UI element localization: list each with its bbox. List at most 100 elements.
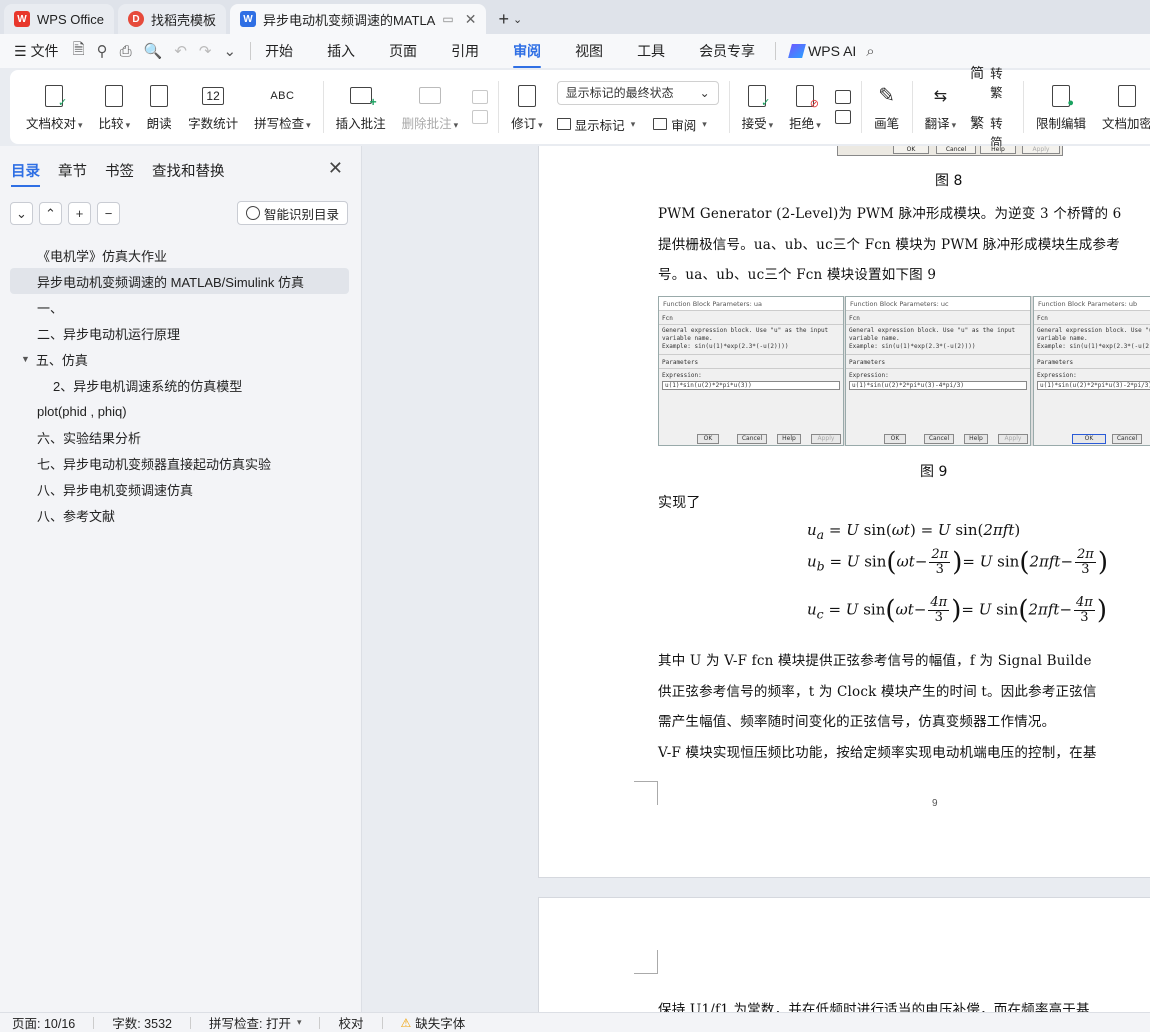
print-icon[interactable]: ⎙ [120,43,132,60]
dialog-help-button: Help [964,434,988,444]
toc-item[interactable]: 七、异步电动机变频器直接起动仿真实验 [10,450,349,476]
to-traditional-button[interactable]: 简转繁 [970,63,1013,101]
close-tab-icon[interactable]: ✕ [465,11,477,28]
dialog-cancel-button: Cancel [1112,434,1142,444]
insert-comment-button[interactable]: + 插入批注 [328,74,394,140]
toc-item[interactable]: 八、参考文献 [10,502,349,528]
divider [1034,324,1150,325]
file-label: 文件 [30,43,59,59]
review-pane-button[interactable]: 审阅 ▾ [653,115,707,134]
toc-item[interactable]: 2、异步电机调速系统的仿真模型 [10,372,349,398]
document-page-next[interactable]: 保持 U1/f1 为常数，并在低频时进行适当的电压补偿，而在频率高于基 [538,897,1150,1012]
next-revision-icon[interactable] [834,110,851,124]
dialog-params: Parameters [849,359,886,366]
fig8-apply-button: Apply [1022,146,1060,154]
previous-revision-icon[interactable] [834,90,851,104]
smart-toc-button[interactable]: 智能识别目录 [236,201,348,225]
toc-item-active[interactable]: 异步电动机变频调速的 MATLAB/Simulink 仿真 [10,268,349,294]
save-icon[interactable]: 🗎 [73,39,85,64]
toc-item[interactable]: ▼ 五、仿真 [10,346,349,372]
tab-find-replace[interactable]: 查找和替换 [152,160,225,187]
wps-ai-button[interactable]: WPS AI [788,43,856,59]
share-icon[interactable]: ⚲ [97,42,108,60]
translate-icon: ⇆ [933,87,948,105]
compare-button[interactable]: 比较 ▾ [91,74,139,140]
tab-docer-templates[interactable]: D 找稻壳模板 [117,4,226,34]
tab-chapters[interactable]: 章节 [58,160,87,187]
tab-bookmarks[interactable]: 书签 [105,160,134,187]
revise-icon [517,84,536,107]
show-markup-icon [556,118,571,130]
chevron-down-icon[interactable]: ⌄ [513,13,522,26]
tab-current-document[interactable]: W 异步电动机变频调速的MATLA ▭ ✕ [229,4,487,34]
previous-comment-icon[interactable] [472,90,489,104]
document-page[interactable]: OK Cancel Help Apply 图 8 PWM Generator (… [538,146,1150,878]
menu-page[interactable]: 页面 [389,41,417,61]
tab-wps-office[interactable]: W WPS Office [4,4,114,34]
menu-view[interactable]: 视图 [575,41,603,61]
divider [1023,81,1024,133]
toc-item-label: 六、实验结果分析 [37,430,142,446]
revise-button[interactable]: 修订 ▾ [503,74,551,140]
toc-item[interactable]: 六、实验结果分析 [10,424,349,450]
toc-item[interactable]: 一、 [10,294,349,320]
remove-heading-icon[interactable]: − [97,202,120,225]
file-menu-button[interactable]: ☰ 文件 [14,41,59,61]
more-chevron-icon[interactable]: ⌄ [223,42,236,60]
missing-font-button[interactable]: ⚠ 缺失字体 [401,1013,466,1032]
tab-toc[interactable]: 目录 [11,160,40,187]
translate-button[interactable]: ⇆ 翻译 ▾ [917,74,965,140]
monitor-icon[interactable]: ▭ [442,12,453,26]
show-markup-button[interactable]: 显示标记 ▾ [556,115,635,134]
dialog-desc: variable name. [1037,335,1088,342]
page-indicator[interactable]: 页面: 10/16 [12,1013,75,1032]
doc-encrypt-icon [1117,84,1136,107]
add-heading-icon[interactable]: + [68,202,91,225]
accept-button[interactable]: ✓ 接受 ▾ [734,74,782,140]
pen-button[interactable]: ✎ 画笔 [866,74,908,140]
comment-nav-group [466,74,494,140]
document-canvas[interactable]: OK Cancel Help Apply 图 8 PWM Generator (… [363,146,1150,1012]
divider [728,81,730,133]
new-tab-button[interactable]: + ⌄ [490,4,530,34]
menu-references[interactable]: 引用 [451,41,479,61]
missing-font-label: 缺失字体 [415,1017,466,1031]
menu-member[interactable]: 会员专享 [699,41,755,61]
undo-icon[interactable]: ↶ [174,42,187,60]
toc-item[interactable]: 八、异步电机变频调速仿真 [10,476,349,502]
doc-check-button[interactable]: ✓ 文档校对 ▾ [18,74,91,140]
menu-tools[interactable]: 工具 [637,41,665,61]
spell-check-indicator[interactable]: 拼写检查: 打开 ▾ [209,1013,301,1032]
spell-check-button[interactable]: ABC 拼写检查 ▾ [246,74,319,140]
delete-comment-button[interactable]: 删除批注 ▾ [394,74,467,140]
reject-button[interactable]: ⊘ 拒绝 ▾ [781,74,829,140]
read-aloud-icon [150,84,169,107]
restrict-edit-button[interactable]: ● 限制编辑 [1028,74,1094,140]
toc-item[interactable]: 二、异步电动机运行原理 [10,320,349,346]
dialog-ok-button: OK [884,434,906,444]
collapse-icon[interactable]: ⌄ [10,202,33,225]
toc-item-label: 五、仿真 [35,352,88,368]
next-comment-icon[interactable] [472,110,489,124]
menu-insert[interactable]: 插入 [327,41,355,61]
word-count-button[interactable]: 12 字数统计 [180,74,246,140]
toc-item[interactable]: plot(phid , phiq) [10,398,349,424]
dialog-expression-field: u(1)*sin(u(2)*2*pi*u(3)-4*pi/3) [849,381,1027,390]
expand-triangle-icon[interactable]: ▼ [21,354,30,364]
word-count-indicator[interactable]: 字数: 3532 [112,1013,172,1032]
proofread-button[interactable]: 校对 [338,1013,363,1032]
menu-home[interactable]: 开始 [265,41,293,61]
dialog-expression-field: u(1)*sin(u(2)*2*pi*u(3)-2*pi/3) [1037,381,1150,390]
expand-icon[interactable]: ⌃ [39,202,62,225]
print-preview-icon[interactable]: 🔍 [144,42,163,60]
doc-check-icon: ✓ [45,84,67,109]
close-pane-icon[interactable]: ✕ [328,158,343,179]
doc-encrypt-button[interactable]: 文档加密 [1094,74,1150,140]
redo-icon[interactable]: ↷ [199,42,212,60]
doc-check-label: 文档校对 [26,116,77,131]
menu-review[interactable]: 审阅 [513,41,542,68]
read-aloud-button[interactable]: 朗读 [138,74,180,140]
toc-item[interactable]: 《电机学》仿真大作业 [10,242,349,268]
markup-state-dropdown[interactable]: 显示标记的最终状态 ⌄ [556,80,719,105]
search-icon[interactable]: ⌕ [866,43,874,60]
